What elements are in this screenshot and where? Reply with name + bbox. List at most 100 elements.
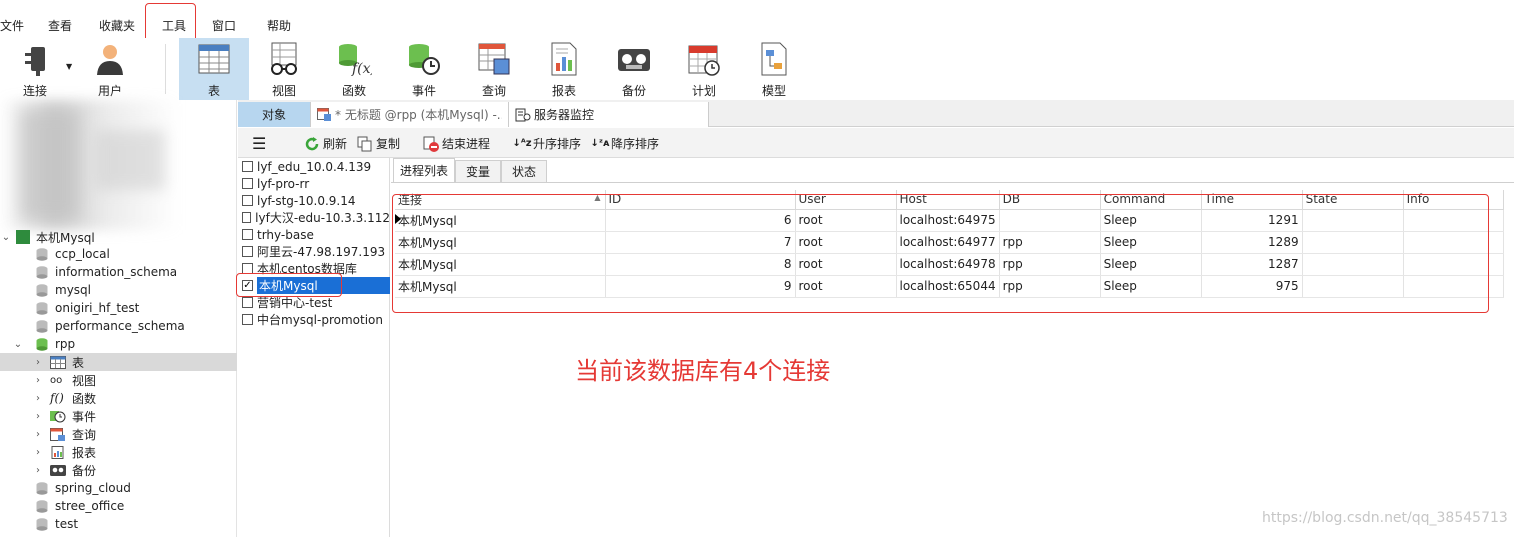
tree-db-item[interactable]: ccp_local [0,245,237,263]
server-item[interactable]: lyf-pro-rr [238,175,390,192]
copy-label: 复制 [376,137,401,151]
connection-label: 本机Mysql [36,230,95,245]
copy-button[interactable]: 复制 [357,135,400,152]
chevron-right-icon[interactable]: › [32,357,44,368]
tree-rpp-functions[interactable]: › f() 函数 [0,389,237,407]
database-icon [36,301,48,315]
chevron-right-icon[interactable]: › [32,429,44,440]
schedule-button[interactable]: 计划 [669,38,739,100]
chevron-down-icon[interactable]: ⌄ [12,339,24,350]
chevron-right-icon[interactable]: › [32,393,44,404]
checkbox-icon[interactable] [242,178,253,189]
checkbox-icon[interactable] [242,229,253,240]
user-icon [92,41,128,77]
model-button[interactable]: 模型 [739,38,809,100]
backup-label: 备份 [621,84,646,98]
query-icon [476,41,512,77]
server-list: lyf_edu_10.0.4.139 lyf-pro-rr lyf-stg-10.0… [238,158,390,537]
tab-variables[interactable]: 变量 [455,160,501,182]
tree-rpp-tables[interactable]: › 表 [0,353,237,371]
refresh-button[interactable]: 刷新 [304,135,347,152]
function-button[interactable]: f(x) 函数 [319,38,389,100]
tree-db-item[interactable]: stree_office [0,497,237,515]
table-button[interactable]: 表 [179,38,249,100]
tree-db-item[interactable]: spring_cloud [0,479,237,497]
tree-connection[interactable]: ⌄ 本机Mysql [0,228,237,246]
schedule-calendar-icon [686,41,722,77]
event-button[interactable]: 事件 [389,38,459,100]
menu-view[interactable]: 查看 [48,17,72,34]
tab-process-list[interactable]: 进程列表 [393,158,455,182]
server-item[interactable]: 中台mysql-promotion [238,311,390,328]
menu-help[interactable]: 帮助 [267,17,291,34]
checkbox-icon[interactable] [242,161,253,172]
user-label: 用户 [97,84,122,98]
action-toolbar: ☰ 刷新 复制 结束进程 ↓ᴬᴢ 升序排序 ↓ᶻᴀ 降序排序 [238,128,1514,158]
model-icon [756,41,792,77]
event-clock-icon [50,410,66,422]
server-name: lyf_edu_10.0.4.139 [257,159,372,174]
tree-label: 事件 [72,409,97,424]
tree-rpp-reports[interactable]: › 报表 [0,443,237,461]
server-name: 中台mysql-promotion [257,313,383,327]
checkbox-icon[interactable] [242,297,253,308]
connect-button[interactable]: 连接 [0,38,70,100]
tree-db-item[interactable]: onigiri_hf_test [0,299,237,317]
tree-db-rpp[interactable]: ⌄ rpp [0,335,237,353]
chevron-right-icon[interactable]: › [32,411,44,422]
report-button[interactable]: 报表 [529,38,599,100]
server-item[interactable]: lyf大汉-edu-10.3.3.112 [238,209,390,226]
menu-file[interactable]: 文件 [0,17,24,34]
chevron-right-icon[interactable]: › [32,465,44,476]
server-name: trhy-base [257,227,314,242]
connect-dropdown-icon[interactable]: ▼ [66,62,72,71]
db-label: test [55,517,79,531]
tree-db-item[interactable]: information_schema [0,263,237,281]
model-label: 模型 [761,84,786,98]
server-item[interactable]: lyf-stg-10.0.9.14 [238,192,390,209]
checkbox-icon[interactable] [242,314,253,325]
tree-rpp-backups[interactable]: › 备份 [0,461,237,479]
tree-db-item[interactable]: mysql [0,281,237,299]
tree-db-item[interactable]: performance_schema [0,317,237,335]
tab-query[interactable]: * 无标题 @rpp (本机Mysql) -... [310,102,509,127]
tree-rpp-events[interactable]: › 事件 [0,407,237,425]
tab-server-monitor[interactable]: 服务器监控 [509,102,709,127]
event-label: 事件 [411,84,436,98]
menu-window[interactable]: 窗口 [212,17,236,34]
tree-label: 函数 [72,391,97,406]
backup-button[interactable]: 备份 [599,38,669,100]
chevron-right-icon[interactable]: › [32,447,44,458]
view-glasses-icon: oo [50,374,63,386]
table-icon [196,41,232,77]
kill-process-button[interactable]: 结束进程 [423,135,490,152]
user-button[interactable]: 用户 [75,38,145,100]
menu-favorites[interactable]: 收藏夹 [99,17,135,34]
blurred-region-part [95,130,165,190]
checkbox-icon[interactable] [242,195,253,206]
sort-desc-button[interactable]: ↓ᶻᴀ 降序排序 [590,135,659,152]
chevron-down-icon[interactable]: ⌄ [0,232,12,243]
tree-rpp-queries[interactable]: › 查询 [0,425,237,443]
server-item[interactable]: 阿里云-47.98.197.193 [238,243,390,260]
tab-objects[interactable]: 对象 [238,102,310,127]
db-label: stree_office [55,499,125,513]
chevron-right-icon[interactable]: › [32,375,44,386]
server-item[interactable]: lyf_edu_10.0.4.139 [238,158,390,175]
tree-rpp-views[interactable]: › oo 视图 [0,371,237,389]
sort-asc-button[interactable]: ↓ᴬᴢ 升序排序 [512,135,581,152]
tree-label: 备份 [72,463,97,478]
view-button[interactable]: 视图 [249,38,319,100]
tree-label: 表 [72,355,85,370]
toolbar-separator [165,44,166,94]
event-clock-icon [406,41,442,77]
checkbox-icon[interactable] [242,212,252,223]
tree-db-item[interactable]: test [0,515,237,533]
tab-status[interactable]: 状态 [501,160,547,182]
selected-server-highlight [236,273,342,297]
menu-hamburger-icon[interactable]: ☰ [252,134,266,153]
server-item[interactable]: trhy-base [238,226,390,243]
query-button[interactable]: 查询 [459,38,529,100]
checkbox-icon[interactable] [242,246,253,257]
tab-divider [391,182,1514,183]
